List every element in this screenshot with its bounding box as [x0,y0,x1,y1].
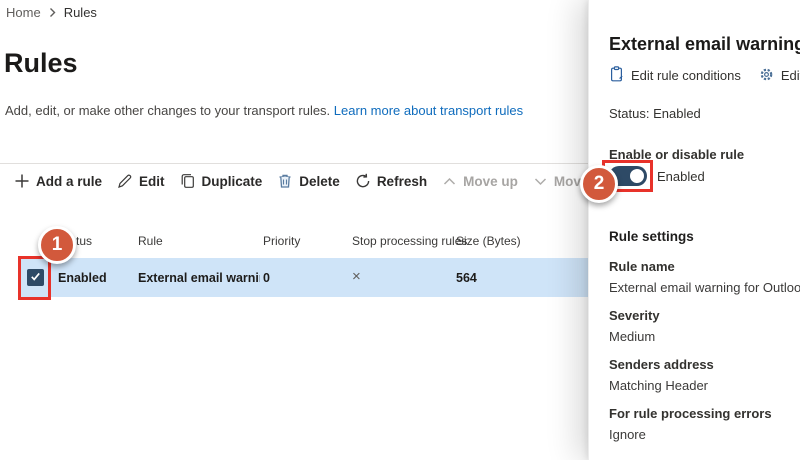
refresh-icon [355,173,371,189]
table-header-stop-processing[interactable]: Stop processing rules [352,234,467,248]
page-title: Rules [4,48,78,78]
gear-icon [759,67,774,85]
field-senders-address-value: Matching Header [609,378,708,393]
field-severity-label: Severity [609,308,660,323]
trash-icon [277,173,293,189]
copy-icon [180,173,196,189]
description-text: Add, edit, or make other changes to your… [5,103,334,118]
field-processing-errors-value: Ignore [609,427,646,442]
rules-page: Home Rules Rules Add, edit, or make othe… [0,0,800,460]
annotation-box-checkbox [18,256,51,300]
details-panel: External email warning Edit rule conditi… [588,0,800,460]
cell-rule: External email warnin... [138,271,260,285]
move-up-label: Move up [463,173,518,189]
breadcrumb-chevron-icon [48,7,57,18]
rule-settings-heading: Rule settings [609,229,694,244]
table-header-size[interactable]: Size (Bytes) [456,234,521,248]
plus-icon [14,173,30,189]
panel-actions: Edit rule conditions Edit ru [609,66,800,85]
duplicate-label: Duplicate [201,173,263,189]
annotation-step-2-number: 2 [593,173,605,194]
field-rule-name-label: Rule name [609,259,675,274]
field-processing-errors-label: For rule processing errors [609,406,772,421]
breadcrumb-item-rules: Rules [63,5,97,20]
command-bar: Add a rule Edit Duplicate Delete Refresh [14,167,627,195]
stop-processing-x-icon: × [352,268,361,285]
move-up-button[interactable]: Move up [442,174,518,189]
field-rule-name: Rule name External email warning for Out… [609,259,800,295]
clipboard-icon [609,66,624,85]
breadcrumb-item-home[interactable]: Home [6,5,41,20]
edit-rule-settings-button[interactable]: Edit ru [759,67,800,85]
chevron-up-icon [442,174,457,189]
table-header-rule[interactable]: Rule [138,234,163,248]
page-description: Add, edit, or make other changes to your… [5,103,523,118]
breadcrumb: Home Rules [6,5,97,20]
cell-size: 564 [456,271,477,285]
field-processing-errors: For rule processing errors Ignore [609,406,772,442]
learn-more-link[interactable]: Learn more about transport rules [334,103,523,118]
toggle-state-label: Enabled [657,169,705,184]
refresh-button[interactable]: Refresh [355,173,427,189]
field-severity-value: Medium [609,329,656,344]
edit-label: Edit [139,173,165,189]
pencil-icon [117,173,133,189]
field-severity: Severity Medium [609,308,660,344]
table-header-priority[interactable]: Priority [263,234,300,248]
chevron-down-icon [533,174,548,189]
cell-priority: 0 [263,271,270,285]
add-rule-button[interactable]: Add a rule [14,173,102,189]
panel-title: External email warning [609,34,800,54]
field-senders-address-label: Senders address [609,357,714,372]
field-senders-address: Senders address Matching Header [609,357,714,393]
delete-label: Delete [299,173,340,189]
edit-button[interactable]: Edit [117,173,165,189]
annotation-step-1-number: 1 [51,234,63,255]
refresh-label: Refresh [376,173,428,189]
field-rule-name-value: External email warning for Outlook [609,280,800,295]
annotation-step-1: 1 [38,226,76,264]
edit-rule-conditions-button[interactable]: Edit rule conditions [609,66,741,85]
duplicate-button[interactable]: Duplicate [180,173,263,189]
annotation-step-2: 2 [580,165,618,203]
cell-status: Enabled [58,271,107,285]
add-rule-label: Add a rule [36,173,103,189]
edit-rule-conditions-label: Edit rule conditions [631,68,741,83]
edit-rule-settings-label: Edit ru [780,68,800,83]
delete-button[interactable]: Delete [277,173,340,189]
toolbar-divider [0,163,588,164]
status-line: Status: Enabled [609,106,701,121]
